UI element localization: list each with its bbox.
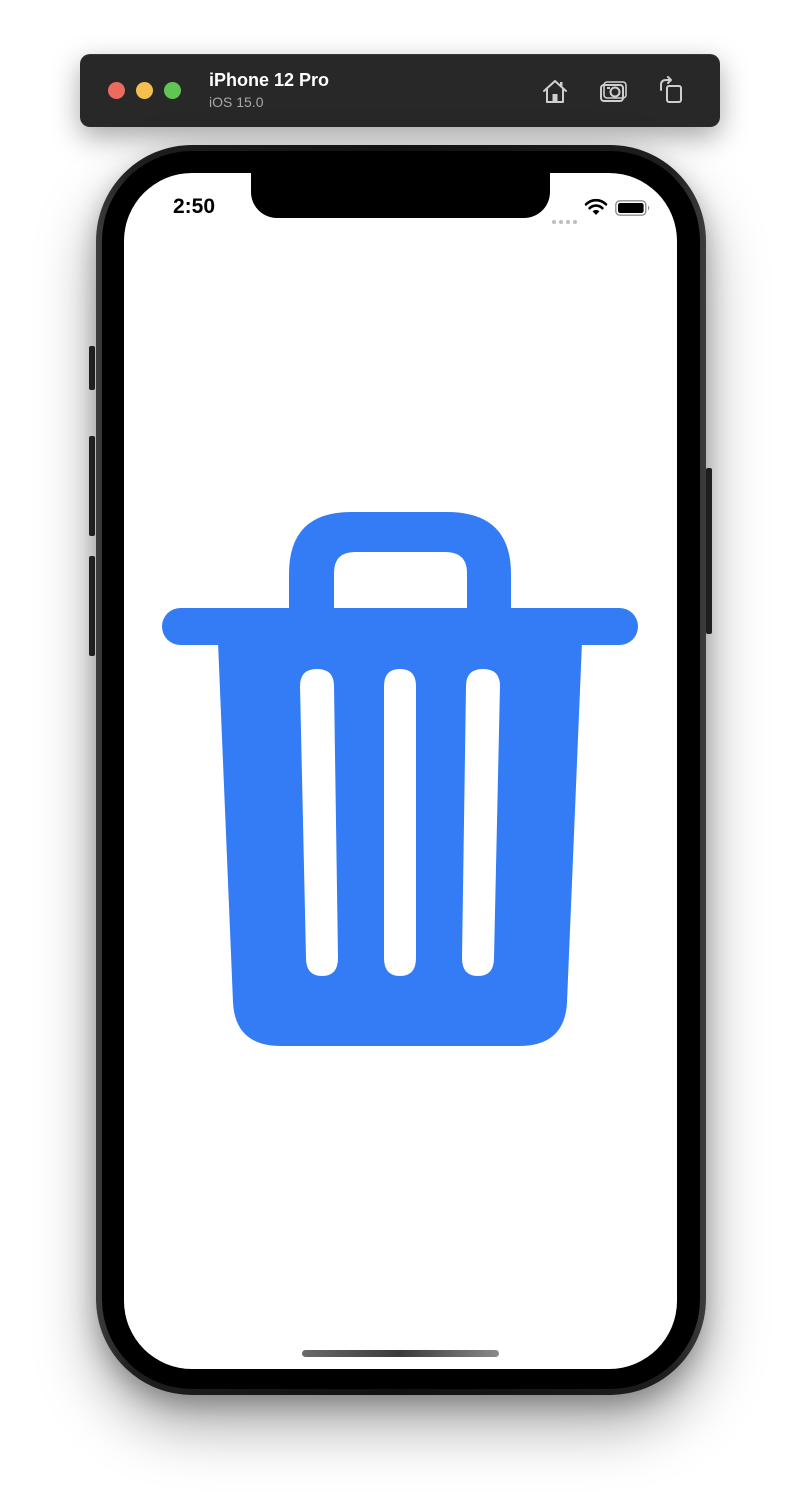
rotate-icon[interactable]: [656, 76, 686, 106]
simulator-stage: iPhone 12 Pro iOS 15.0 2:50: [0, 0, 800, 1506]
minimize-window-button[interactable]: [136, 82, 153, 99]
device-name: iPhone 12 Pro: [209, 70, 330, 90]
zoom-window-button[interactable]: [164, 82, 181, 99]
volume-up-button: [89, 436, 95, 536]
volume-down-button: [89, 556, 95, 656]
side-power-button: [706, 468, 712, 634]
cellular-signal-icon: [552, 211, 578, 224]
home-indicator[interactable]: [302, 1350, 499, 1357]
screenshot-icon[interactable]: [598, 76, 628, 106]
os-version: iOS 15.0: [209, 94, 264, 110]
device-screen[interactable]: 2:50: [124, 173, 677, 1369]
home-icon[interactable]: [540, 76, 570, 106]
simulator-title-bar[interactable]: iPhone 12 Pro iOS 15.0: [80, 54, 720, 127]
trash-icon: [162, 512, 638, 1046]
battery-icon: [615, 200, 651, 216]
close-window-button[interactable]: [108, 82, 125, 99]
mute-switch: [89, 346, 95, 390]
status-bar-time: 2:50: [173, 195, 216, 218]
wifi-icon: [584, 198, 608, 216]
notch: [251, 173, 550, 218]
